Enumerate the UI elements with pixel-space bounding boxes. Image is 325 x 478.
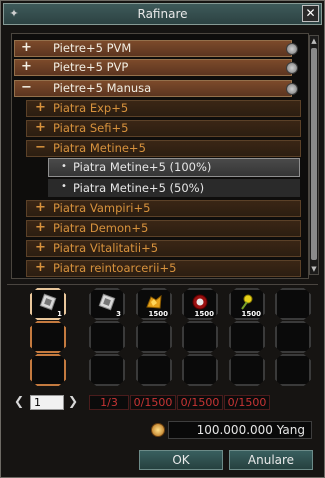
scroll-down-icon[interactable]: ▼ (310, 264, 318, 274)
subcategory-demon[interactable]: + Piatra Demon+5 (26, 220, 301, 237)
scroll-thumb[interactable] (311, 48, 317, 260)
category-manusa[interactable]: − Pietre+5 Manusa (14, 80, 298, 97)
subcategory-reintoarcerii[interactable]: + Piatra reintoarcerii+5 (26, 260, 301, 277)
subcategory-label: Piatra Vitalitatii+5 (53, 241, 159, 255)
ok-button[interactable]: OK (139, 450, 223, 470)
metin-stone-icon (98, 293, 116, 311)
item-quantity: 1500 (194, 310, 214, 318)
bullet-icon: • (61, 181, 67, 192)
subcategory-vitalitatii[interactable]: + Piatra Vitalitatii+5 (26, 240, 301, 257)
material-slot-empty[interactable] (182, 321, 218, 353)
recipe-tree: + Pietre+5 PVM + Pietre+5 PVP − Pietre+5… (11, 33, 309, 279)
expand-icon: + (35, 240, 46, 255)
item-quantity: 1500 (241, 310, 261, 318)
collapse-icon: − (35, 140, 46, 155)
yang-coin-icon (151, 423, 165, 437)
subcategory-label: Piatra Metine+5 (53, 141, 146, 155)
expand-icon: + (21, 59, 32, 74)
scroll-up-icon[interactable]: ▲ (310, 36, 318, 46)
material-slot-empty[interactable] (89, 354, 125, 386)
cancel-button[interactable]: Anulare (229, 450, 313, 470)
divider (7, 284, 318, 285)
category-pvp[interactable]: + Pietre+5 PVP (14, 59, 298, 76)
material-slot-empty[interactable] (136, 354, 172, 386)
subcategory-sefi[interactable]: + Piatra Sefi+5 (26, 120, 301, 137)
collapse-icon: − (21, 80, 32, 95)
expand-icon: + (35, 200, 46, 215)
subcategory-metine[interactable]: − Piatra Metine+5 (26, 140, 301, 157)
recipe-item[interactable]: • Piatra Metine+5 (50%) (48, 179, 300, 197)
yang-amount: 100.000.000 Yang (168, 421, 312, 439)
subcategory-label: Piatra Vampiri+5 (53, 201, 151, 215)
gold-ore-icon (146, 294, 162, 309)
material-slot-empty[interactable] (89, 321, 125, 353)
material-slot-empty[interactable] (229, 354, 265, 386)
subcategory-exp[interactable]: + Piatra Exp+5 (26, 100, 301, 117)
material-count: 0/1500 (224, 395, 270, 410)
recipe-label: Piatra Metine+5 (50%) (73, 181, 205, 195)
recipe-label: Piatra Metine+5 (100%) (73, 160, 212, 174)
next-page-icon[interactable]: ❯ (68, 394, 78, 408)
window-title: Rafinare (137, 7, 188, 21)
subcategory-label: Piatra Exp+5 (53, 101, 129, 115)
result-slot-empty[interactable] (30, 354, 66, 386)
item-quantity: 1500 (148, 310, 168, 318)
scrollbar[interactable]: ▲ ▼ (309, 35, 319, 275)
item-quantity: 1 (57, 310, 62, 318)
expand-icon: + (35, 100, 46, 115)
category-label: Pietre+5 PVP (53, 60, 129, 74)
red-orb-icon (192, 294, 208, 310)
yellow-herb-icon (241, 294, 253, 310)
expand-icon: + (35, 220, 46, 235)
material-slot[interactable]: 1500 (229, 288, 265, 320)
material-count: 0/1500 (130, 395, 176, 410)
material-slot[interactable]: 3 (89, 288, 125, 320)
page-indicator: 1/3 (89, 395, 129, 410)
metin-stone-icon (39, 293, 57, 311)
material-slot-empty[interactable] (275, 321, 311, 353)
recipe-item-selected[interactable]: • Piatra Metine+5 (100%) (48, 158, 300, 177)
expand-icon: + (21, 40, 32, 55)
material-slot-empty[interactable] (275, 354, 311, 386)
page-input[interactable]: 1 (30, 395, 64, 410)
category-label: Pietre+5 PVM (53, 41, 132, 55)
expand-icon: + (35, 260, 46, 275)
subcategory-label: Piatra Demon+5 (53, 221, 149, 235)
material-slot-empty[interactable] (229, 321, 265, 353)
material-slot[interactable]: 1500 (182, 288, 218, 320)
item-quantity: 3 (116, 310, 121, 318)
category-pvm[interactable]: + Pietre+5 PVM (14, 40, 298, 57)
close-icon: ✕ (305, 6, 316, 20)
close-button[interactable]: ✕ (302, 5, 319, 22)
result-slot[interactable]: 1 (30, 288, 66, 320)
knob-icon (286, 83, 298, 95)
material-slot-empty[interactable] (182, 354, 218, 386)
result-slot-empty[interactable] (30, 321, 66, 353)
title-bar[interactable]: ✦ Rafinare ✕ (3, 3, 322, 25)
material-slot-empty[interactable] (136, 321, 172, 353)
bullet-icon: • (61, 161, 67, 172)
material-slot[interactable]: 1500 (136, 288, 172, 320)
prev-page-icon[interactable]: ❮ (14, 394, 24, 408)
knob-icon (286, 62, 298, 74)
category-label: Pietre+5 Manusa (53, 81, 152, 95)
subcategory-vampiri[interactable]: + Piatra Vampiri+5 (26, 200, 301, 217)
refine-window: ✦ Rafinare ✕ + Pietre+5 PVM + Pietre+5 P… (0, 0, 325, 478)
knob-icon (286, 43, 298, 55)
material-count: 0/1500 (177, 395, 223, 410)
subcategory-label: Piatra Sefi+5 (53, 121, 129, 135)
subcategory-label: Piatra reintoarcerii+5 (53, 261, 177, 275)
expand-icon: + (35, 120, 46, 135)
material-slot-empty[interactable] (275, 288, 311, 320)
